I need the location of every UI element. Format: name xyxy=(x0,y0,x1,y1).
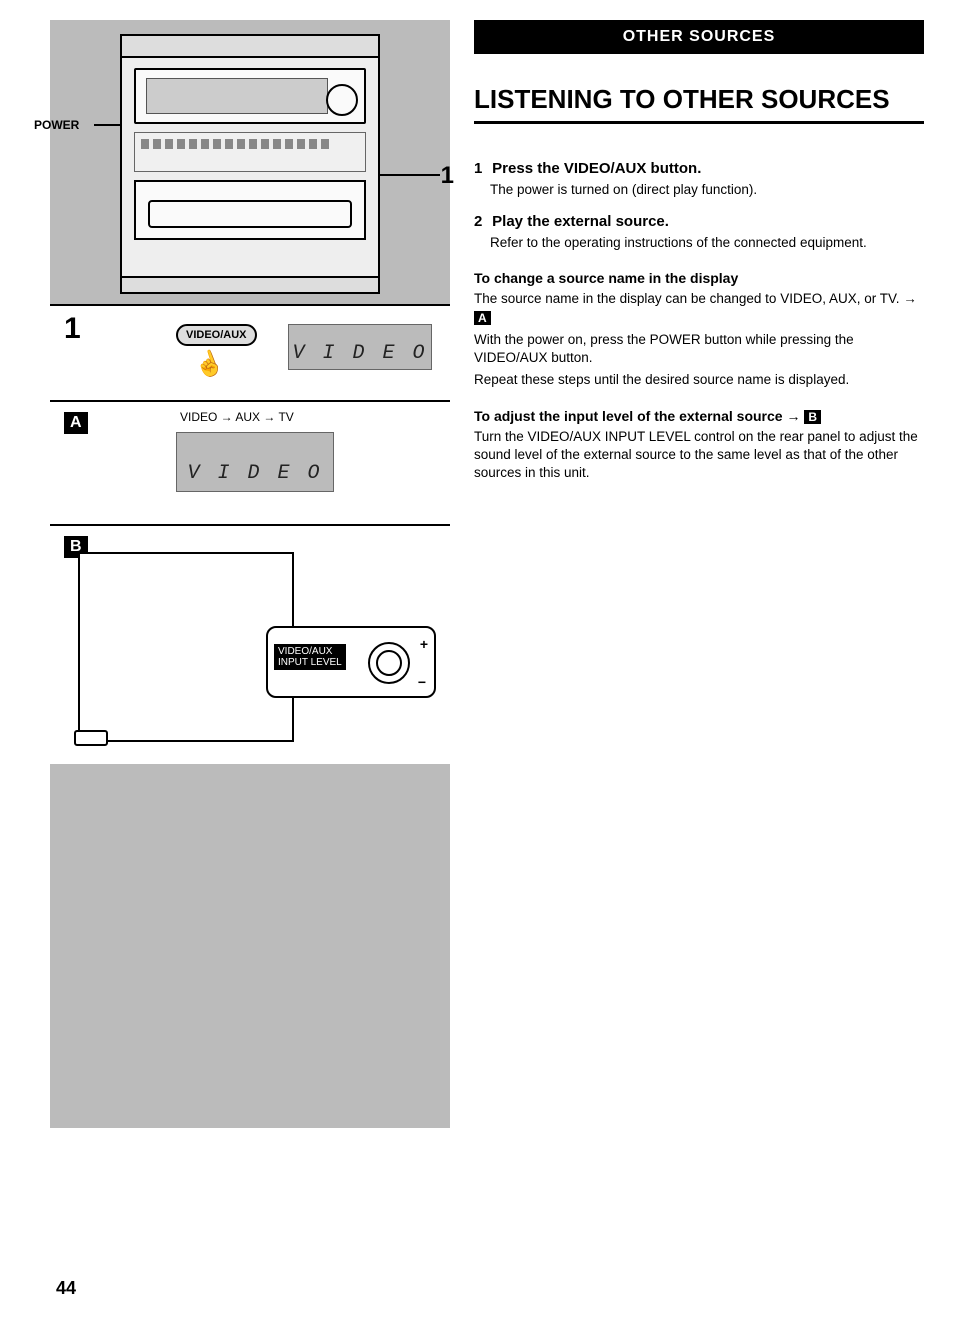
lcd-text-1: V I D E O xyxy=(292,342,427,365)
knob-label: VIDEO/AUXINPUT LEVEL xyxy=(274,644,346,670)
input-level-knob-icon xyxy=(368,642,410,684)
lcd-display-1: V I D E O xyxy=(288,324,432,370)
stereo-unit-diagram xyxy=(120,34,380,294)
text-column: OTHER SOURCES LISTENING TO OTHER SOURCES… xyxy=(474,20,924,1128)
illustration-column: POWER 1 1 VIDEO/AUX ☝ V I D E O xyxy=(50,20,450,1128)
panel-step-number: 1 xyxy=(64,312,81,346)
grey-fill-area xyxy=(50,764,450,1128)
step-number: 1 xyxy=(474,160,488,177)
hand-pointer-icon: ☝ xyxy=(190,346,228,383)
illustration-area: POWER 1 1 VIDEO/AUX ☝ V I D E O xyxy=(50,20,450,1128)
page-title: LISTENING TO OTHER SOURCES xyxy=(474,84,924,124)
paragraph: With the power on, press the POWER butto… xyxy=(474,331,924,367)
paragraph: Repeat these steps until the desired sou… xyxy=(474,371,924,389)
paragraph: Turn the VIDEO/AUX INPUT LEVEL control o… xyxy=(474,428,924,483)
reference-a-inline: A xyxy=(474,311,491,325)
step-heading: Play the external source. xyxy=(492,213,669,230)
lcd-text-2: V I D E O xyxy=(187,462,322,485)
callout-1: 1 xyxy=(441,162,454,190)
subsection-heading: To change a source name in the display xyxy=(474,270,924,286)
subsection-heading: To adjust the input level of the externa… xyxy=(474,408,924,424)
plus-icon: + xyxy=(420,636,428,652)
step-body: Refer to the operating instructions of t… xyxy=(474,234,924,252)
rear-panel-diagram xyxy=(78,552,294,742)
step-2: 2 Play the external source. Refer to the… xyxy=(474,213,924,252)
step-panel-1: 1 VIDEO/AUX ☝ V I D E O xyxy=(50,304,450,400)
step-1: 1 Press the VIDEO/AUX button. The power … xyxy=(474,160,924,199)
step-heading: Press the VIDEO/AUX button. xyxy=(492,160,701,177)
reference-a-badge: A xyxy=(64,412,88,434)
reference-panel-a: A VIDEO → AUX → TV V I D E O xyxy=(50,400,450,524)
page-number: 44 xyxy=(56,1278,76,1299)
input-level-knob-panel: VIDEO/AUXINPUT LEVEL + − xyxy=(266,626,436,698)
reference-panel-b: B VIDEO/AUXINPUT LEVEL + − xyxy=(50,524,450,764)
paragraph: The source name in the display can be ch… xyxy=(474,290,924,326)
video-aux-button-label: VIDEO/AUX xyxy=(176,324,257,346)
reference-b-inline: B xyxy=(804,410,821,424)
lcd-display-2: V I D E O xyxy=(176,432,334,492)
step-number: 2 xyxy=(474,213,488,230)
power-label: POWER xyxy=(34,118,79,132)
minus-icon: − xyxy=(418,674,426,690)
step-body: The power is turned on (direct play func… xyxy=(474,181,924,199)
source-cycle-text: VIDEO → AUX → TV xyxy=(180,410,294,424)
section-header: OTHER SOURCES xyxy=(474,20,924,54)
